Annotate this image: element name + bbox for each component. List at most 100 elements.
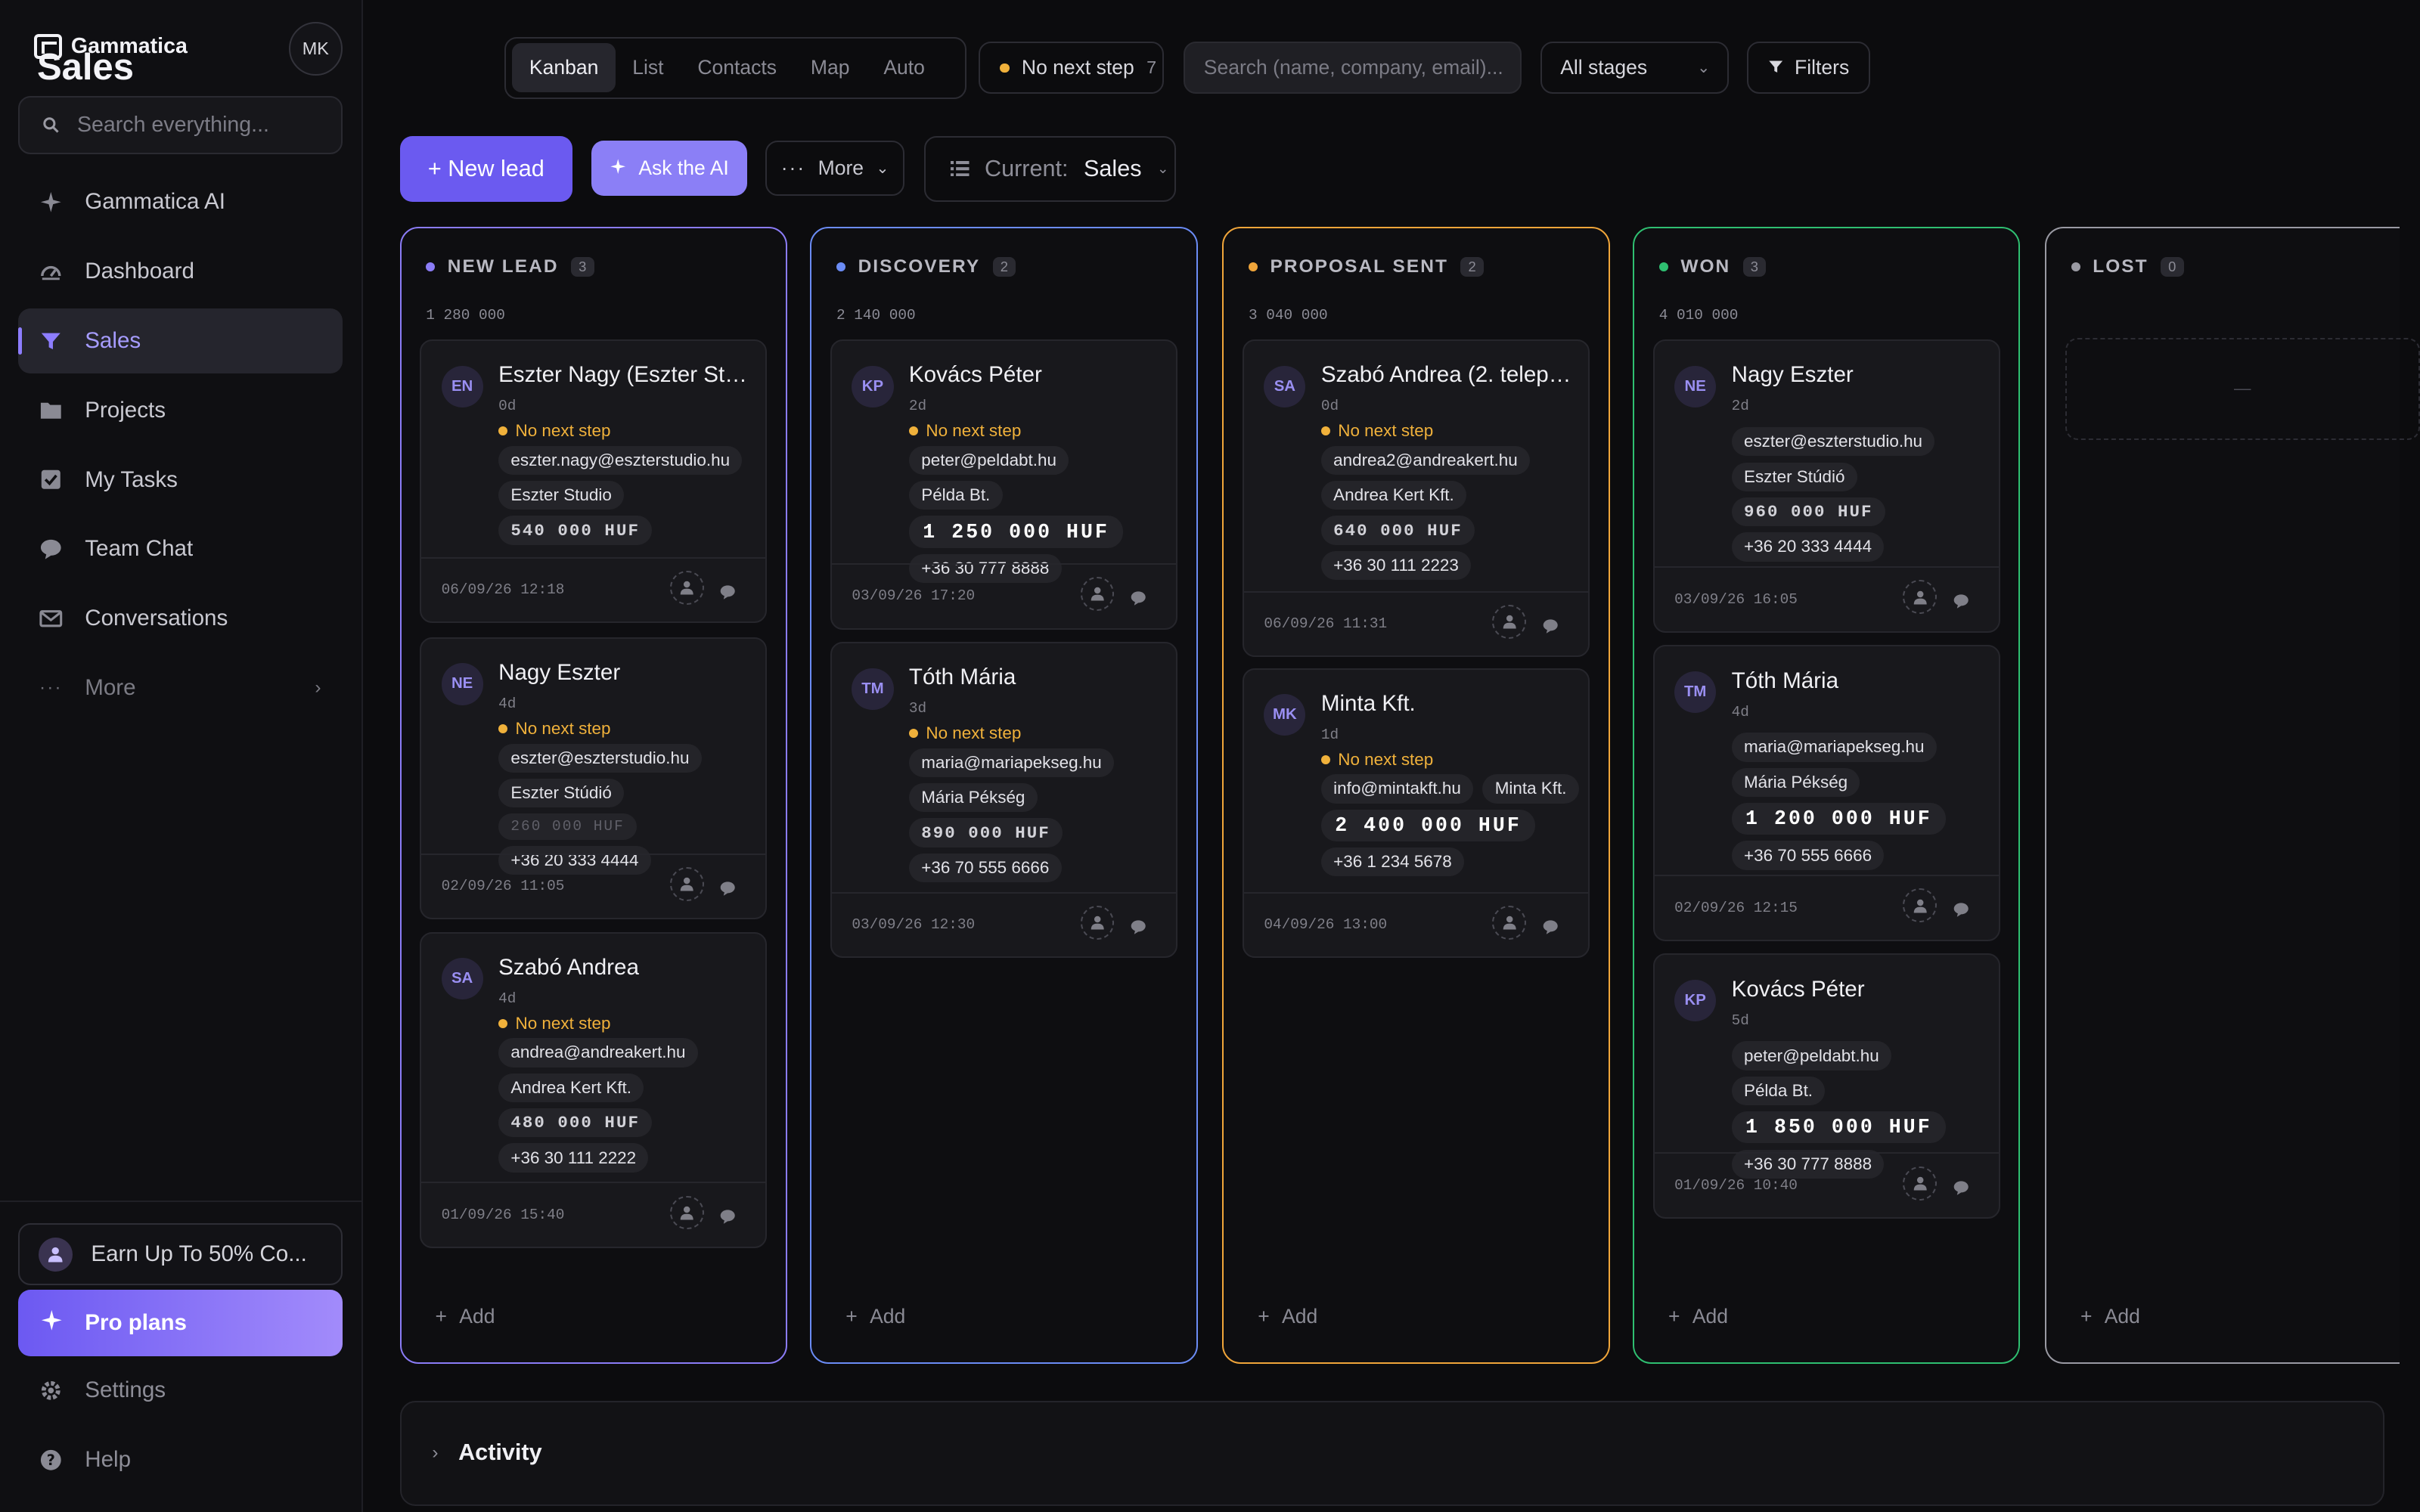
add-card-button[interactable]: + Add (1258, 1305, 1317, 1328)
tab-list[interactable]: List (616, 43, 681, 92)
lead-name[interactable]: Kovács Péter (909, 362, 1164, 388)
comment-icon[interactable] (719, 1202, 737, 1225)
add-card-button[interactable]: + Add (845, 1305, 905, 1328)
assign-user-icon[interactable] (1492, 604, 1527, 639)
assign-user-icon[interactable] (669, 571, 704, 605)
activity-panel[interactable]: › Activity (399, 1401, 2385, 1506)
amount-chip: 1 850 000 HUF (1731, 1111, 1947, 1144)
assign-user-icon[interactable] (1903, 888, 1938, 923)
assign-user-icon[interactable] (1080, 905, 1115, 940)
tab-map[interactable]: Map (793, 43, 866, 92)
lead-card[interactable]: NE Nagy Eszter 2d eszter@eszterstudio.hu Esz… (1652, 339, 2000, 633)
lead-age: 4d (1731, 703, 1749, 720)
lead-name[interactable]: Nagy Eszter (1732, 362, 1987, 388)
add-card-button[interactable]: + Add (435, 1305, 495, 1328)
card-date: 03/09/26 16:05 (1674, 590, 1798, 608)
lead-card[interactable]: TM Tóth Mária 3d No next step maria@mariapek… (830, 641, 1178, 959)
lead-card[interactable]: KP Kovács Péter 5d peter@peldabt.hu Példa Bt… (1652, 953, 2000, 1219)
kanban-column: DISCOVERY 2 2 140 000 KP Kovács Péter 2d No ne… (810, 226, 1198, 1365)
plus-icon: + (1668, 1305, 1680, 1328)
add-card-button[interactable]: + Add (2080, 1305, 2140, 1328)
tab-contacts[interactable]: Contacts (681, 43, 794, 92)
no-next-step-filter[interactable]: No next step 7 (978, 42, 1164, 94)
lead-name[interactable]: Kovács Péter (1732, 977, 1987, 1002)
comment-icon[interactable] (1953, 586, 1971, 609)
email-chip: andrea@andreakert.hu (498, 1038, 698, 1067)
earn-button[interactable]: Earn Up To 50% Co... (18, 1223, 343, 1285)
sidebar-item-projects[interactable]: Projects (18, 378, 343, 443)
comment-icon[interactable] (1953, 1173, 1971, 1195)
lead-name[interactable]: Eszter Nagy (Eszter Studio) (498, 362, 753, 388)
lead-card[interactable]: EN Eszter Nagy (Eszter Studio) 0d No next s… (420, 339, 768, 624)
avatar: KP (1674, 979, 1717, 1021)
lead-card[interactable]: MK Minta Kft. 1d No next step info@mintakft.… (1242, 668, 1590, 959)
lead-card[interactable]: SA Szabó Andrea 4d No next step andrea@andre… (420, 931, 768, 1248)
assign-user-icon[interactable] (669, 866, 704, 901)
sidebar-item-more[interactable]: ··· More › (18, 655, 343, 720)
comment-icon[interactable] (1953, 895, 1971, 917)
pro-plans-button[interactable]: Pro plans (18, 1290, 343, 1356)
lead-card[interactable]: SA Szabó Andrea (2. telephely) 0d No next s… (1242, 339, 1590, 658)
comment-icon[interactable] (1130, 912, 1148, 934)
assign-user-icon[interactable] (1903, 580, 1938, 615)
card-footer: 06/09/26 11:31 (1243, 590, 1588, 656)
lead-name[interactable]: Tóth Mária (1732, 668, 1987, 694)
more-button[interactable]: ··· More ⌄ (765, 140, 904, 197)
column-count: 3 (570, 256, 594, 277)
column-header: NEW LEAD 3 (426, 256, 594, 277)
current-pipeline-select[interactable]: Current: Sales ⌄ (924, 135, 1177, 203)
sidebar-item-sales[interactable]: Sales (18, 308, 343, 373)
lead-name[interactable]: Nagy Eszter (498, 660, 753, 686)
sidebar-search-input[interactable] (76, 112, 324, 138)
avatar: EN (441, 365, 483, 407)
lead-card[interactable]: KP Kovács Péter 2d No next step peter@peldab… (830, 339, 1178, 630)
sidebar-item-dashboard[interactable]: Dashboard (18, 239, 343, 304)
lead-card[interactable]: TM Tóth Mária 4d maria@mariapekseg.hu Mária … (1652, 645, 2000, 941)
app-root: Gammatica MK Gammatica AI Dashboard Sale… (0, 0, 2420, 1512)
card-footer: 06/09/26 12:18 (421, 556, 766, 622)
user-avatar[interactable]: MK (288, 21, 343, 76)
filters-button[interactable]: Filters (1747, 42, 1871, 94)
comment-icon[interactable] (1542, 912, 1560, 934)
next-step-label: No next step (926, 723, 1022, 743)
lead-search-input[interactable] (1185, 56, 1521, 80)
stage-dot-icon (1248, 262, 1258, 271)
new-lead-button[interactable]: + New lead (399, 135, 573, 203)
assign-user-icon[interactable] (669, 1195, 704, 1230)
ask-ai-button[interactable]: Ask the AI (591, 140, 747, 197)
sidebar-item-label: Conversations (85, 606, 228, 631)
email-chip: andrea2@andreakert.hu (1320, 445, 1531, 475)
sidebar-item-label: Projects (85, 397, 166, 423)
lead-card[interactable]: NE Nagy Eszter 4d No next step eszter@eszter… (420, 637, 768, 920)
assign-user-icon[interactable] (1492, 905, 1527, 940)
lead-name[interactable]: Minta Kft. (1321, 691, 1576, 717)
comment-icon[interactable] (1130, 583, 1148, 606)
assign-user-icon[interactable] (1080, 577, 1115, 612)
empty-drop-zone[interactable]: — (2065, 337, 2420, 440)
lead-name[interactable]: Szabó Andrea (498, 955, 753, 981)
add-card-button[interactable]: + Add (1668, 1305, 1728, 1328)
comment-icon[interactable] (719, 873, 737, 896)
comment-icon[interactable] (1542, 611, 1560, 634)
column-total: 4 010 000 (1658, 307, 1739, 324)
sidebar-item-team-chat[interactable]: Team Chat (18, 517, 343, 582)
comment-icon[interactable] (719, 577, 737, 600)
card-footer: 01/09/26 10:40 (1654, 1152, 1999, 1217)
sparkle-icon (40, 1309, 64, 1338)
lead-search[interactable] (1184, 42, 1522, 94)
add-label: Add (2104, 1305, 2140, 1328)
lead-name[interactable]: Tóth Mária (909, 665, 1164, 690)
tab-kanban[interactable]: Kanban (512, 43, 616, 93)
lead-name[interactable]: Szabó Andrea (2. telephely) (1321, 362, 1576, 388)
kanban-column: NEW LEAD 3 1 280 000 EN Eszter Nagy (Eszter … (399, 226, 787, 1365)
assign-user-icon[interactable] (1903, 1166, 1938, 1201)
sidebar-item-my-tasks[interactable]: My Tasks (18, 448, 343, 513)
sidebar-item-conversations[interactable]: Conversations (18, 586, 343, 651)
tab-auto[interactable]: Auto (867, 43, 942, 92)
sidebar-search[interactable] (18, 95, 343, 155)
sidebar-item-gammatica-ai[interactable]: Gammatica AI (18, 169, 343, 234)
sidebar-item-help[interactable]: ? Help (39, 1447, 131, 1473)
sidebar-item-settings[interactable]: Settings (39, 1377, 166, 1403)
sidebar-bottom: Earn Up To 50% Co... Pro plans Settings … (0, 1200, 363, 1512)
stage-select[interactable]: All stages ⌄ (1540, 42, 1729, 94)
